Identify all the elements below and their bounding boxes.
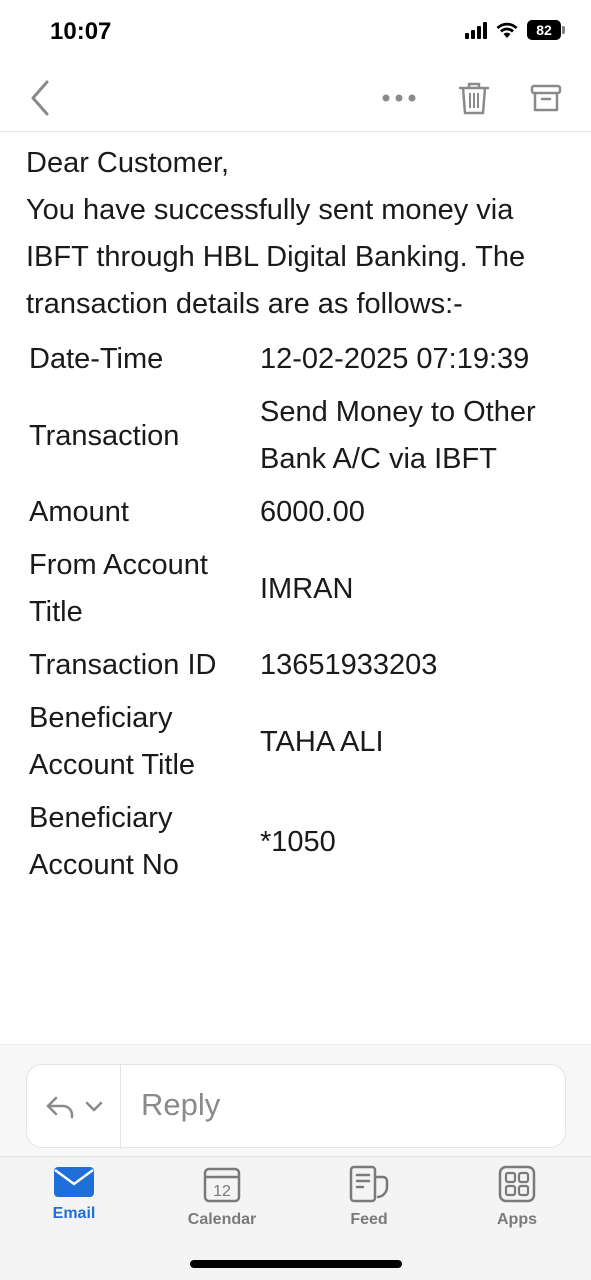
reply-box: Reply: [26, 1064, 566, 1149]
detail-label: Date-Time: [29, 343, 164, 375]
calendar-icon: 12: [203, 1167, 241, 1203]
detail-label: Transaction: [29, 419, 180, 452]
battery-icon: 82: [527, 20, 565, 40]
wifi-icon: [496, 22, 518, 38]
more-icon: [382, 94, 416, 102]
table-row: Date-Time 12-02-2025 07:19:39: [29, 332, 560, 385]
tab-label: Email: [52, 1205, 96, 1222]
reply-input[interactable]: Reply: [141, 1087, 220, 1123]
detail-value: 12-02-2025 07:19:39: [260, 343, 530, 375]
status-time: 10:07: [50, 18, 112, 45]
table-row: Transaction Send Money to Other Bank A/C…: [29, 385, 560, 485]
chevron-down-icon: [85, 1101, 102, 1112]
cellular-signal-icon: [465, 21, 487, 39]
tab-apps[interactable]: Apps: [462, 1165, 572, 1235]
more-options-button[interactable]: [378, 82, 420, 114]
tab-label: Calendar: [187, 1211, 257, 1228]
table-row: Amount 6000.00: [29, 485, 560, 538]
battery-level: 82: [536, 22, 552, 38]
table-row: Beneficiary Account No *1050: [29, 791, 560, 891]
detail-label: Amount: [29, 496, 129, 528]
home-indicator[interactable]: [190, 1260, 402, 1268]
archive-icon: [530, 84, 562, 112]
feed-icon: [349, 1165, 389, 1203]
table-row: From Account Title IMRAN: [29, 538, 560, 638]
email-intro: You have successfully sent money via IBF…: [26, 194, 526, 320]
table-row: Transaction ID 13651933203: [29, 638, 560, 691]
trash-icon: [458, 82, 490, 115]
delete-button[interactable]: [454, 78, 494, 118]
tab-label: Feed: [350, 1211, 388, 1228]
reply-arrow-icon: [46, 1096, 73, 1119]
detail-value: 13651933203: [260, 649, 438, 681]
detail-label: Beneficiary Account Title: [29, 702, 196, 781]
tab-feed[interactable]: Feed: [314, 1165, 424, 1235]
apps-grid-icon: [498, 1165, 536, 1203]
archive-button[interactable]: [526, 78, 566, 118]
detail-label: From Account Title: [29, 549, 208, 628]
tab-label: Apps: [497, 1211, 537, 1228]
message-nav-bar: [0, 64, 591, 132]
transaction-details-table: Date-Time 12-02-2025 07:19:39 Transactio…: [29, 332, 560, 891]
reply-bar: Reply: [0, 1044, 591, 1156]
email-greeting: Dear Customer,: [26, 147, 230, 179]
back-button[interactable]: [22, 78, 58, 118]
detail-label: Beneficiary Account No: [29, 802, 179, 881]
tab-calendar[interactable]: 12 Calendar: [167, 1165, 277, 1235]
tab-email[interactable]: Email: [19, 1165, 129, 1235]
chevron-left-icon: [31, 80, 49, 116]
detail-value: IMRAN: [260, 572, 354, 605]
table-row: Beneficiary Account Title TAHA ALI: [29, 691, 560, 791]
detail-value: TAHA ALI: [260, 725, 384, 758]
detail-value: 6000.00: [260, 496, 365, 528]
calendar-day: 12: [213, 1183, 231, 1200]
mail-icon: [54, 1167, 94, 1197]
reply-options-button[interactable]: [27, 1065, 121, 1149]
email-text: Dear Customer, You have successfully sen…: [26, 140, 571, 328]
detail-label: Transaction ID: [29, 649, 217, 681]
email-body: Dear Customer, You have successfully sen…: [26, 140, 571, 1045]
status-bar: 10:07 82: [0, 0, 591, 64]
status-icons: 82: [465, 20, 565, 40]
detail-value: *1050: [260, 825, 336, 858]
bottom-tab-bar: Email 12 Calendar Feed Apps: [0, 1156, 591, 1280]
detail-value: Send Money to Other Bank A/C via IBFT: [260, 396, 536, 475]
